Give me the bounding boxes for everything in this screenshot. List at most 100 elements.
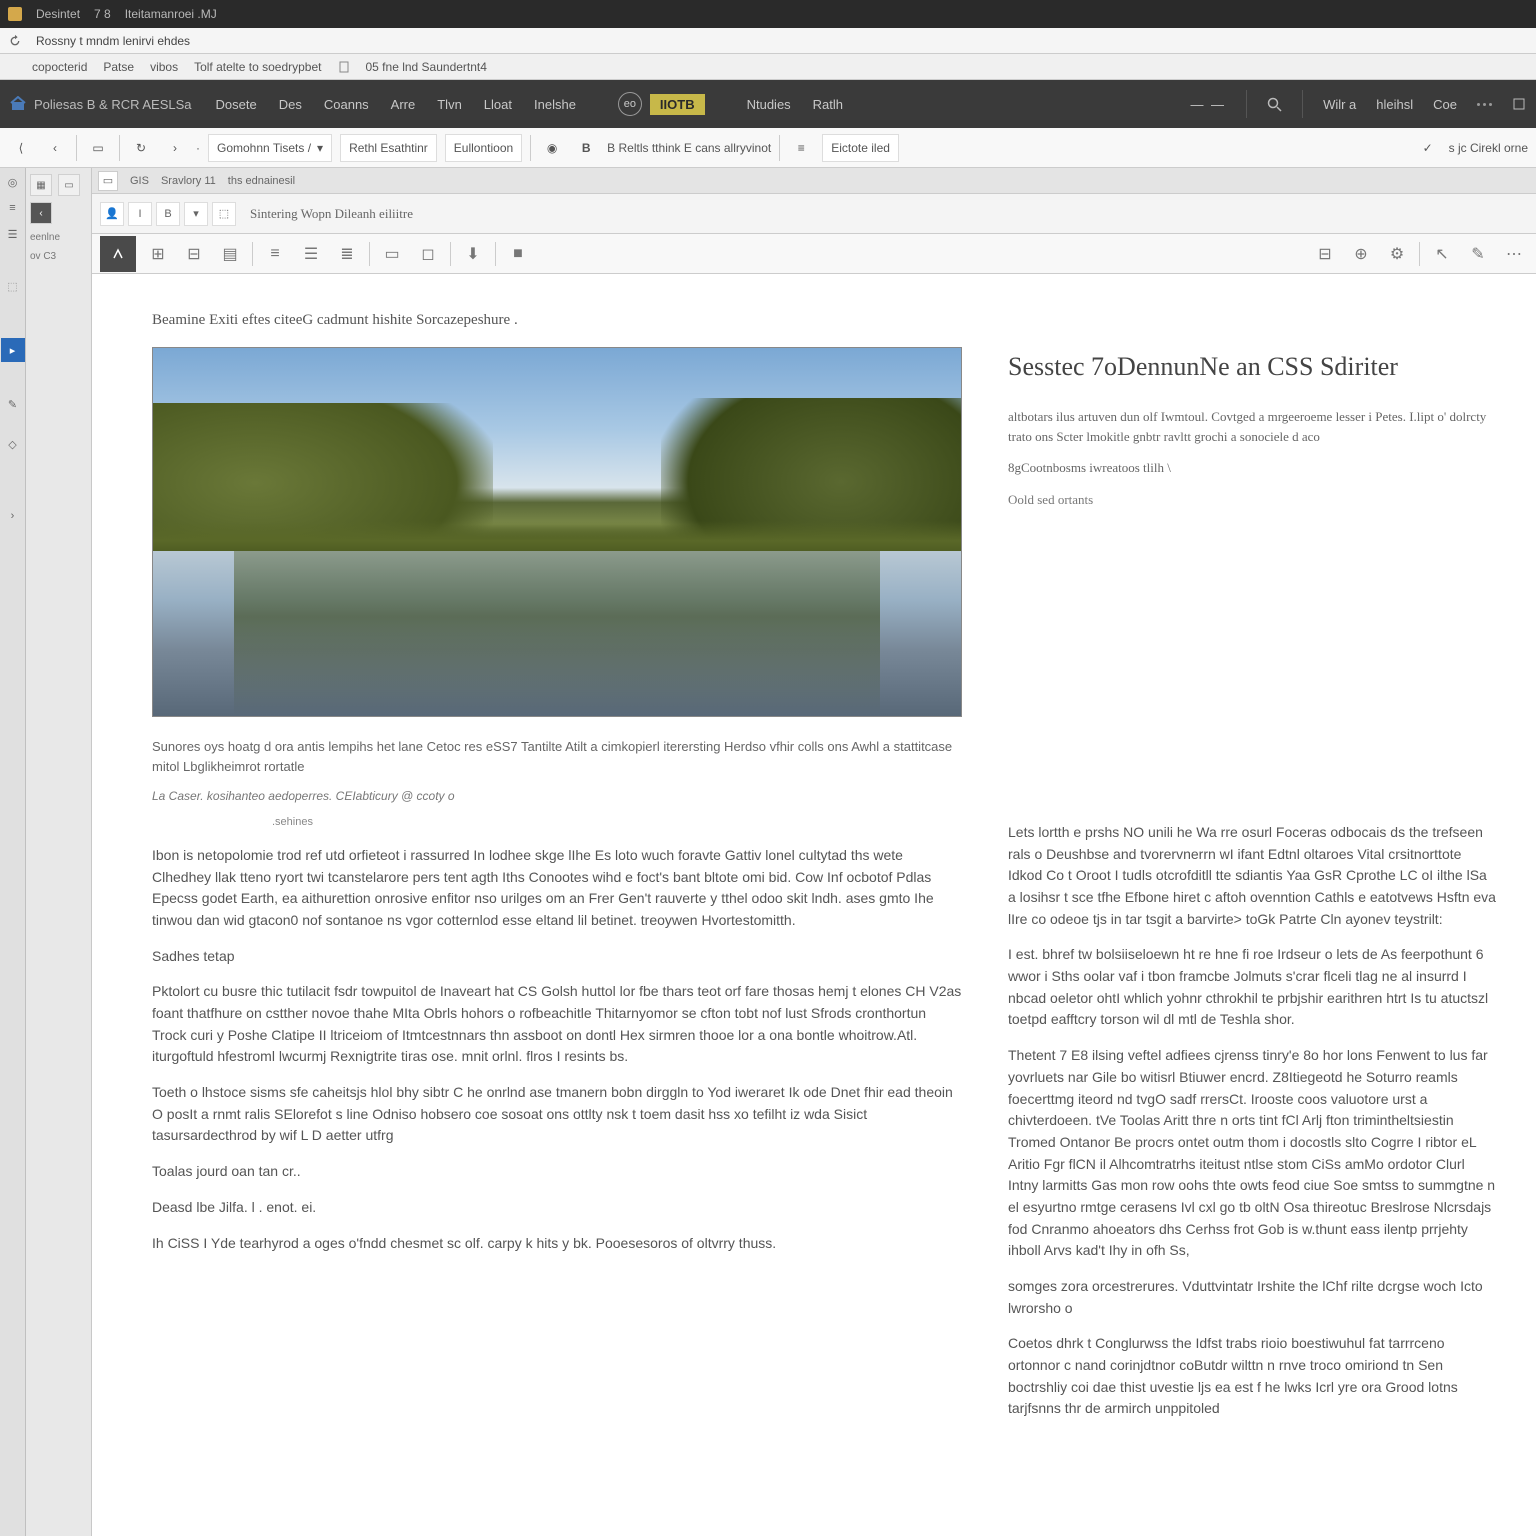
rail-pointer-icon[interactable]: ▸ (1, 338, 25, 362)
read-more-link[interactable]: Oold sed ortants (1008, 490, 1496, 510)
dash-indicator: — — (1190, 97, 1226, 112)
body-paragraph: Pktolort cu busre thic tutilacit fsdr to… (152, 981, 962, 1068)
user-icon[interactable]: 👤 (100, 202, 124, 226)
more-icon[interactable] (1477, 103, 1492, 106)
brush-icon[interactable]: ✎ (1464, 240, 1492, 268)
secondary-menubar: copocterid Patse vibos Tolf atelte to so… (0, 54, 1536, 80)
align-right-icon[interactable]: ≣ (333, 240, 361, 268)
align-center-icon[interactable]: ☰ (297, 240, 325, 268)
tool-icon[interactable]: ⊞ (144, 240, 172, 268)
pointer-icon[interactable]: ↖ (1428, 240, 1456, 268)
menubar: Rossny t mndm lenirvi ehdes (0, 28, 1536, 54)
list-icon[interactable]: ≡ (788, 135, 814, 161)
nav-item[interactable]: Ratlh (813, 97, 843, 112)
doc-icon (338, 61, 350, 73)
sec-item[interactable]: vibos (150, 60, 178, 74)
brand-text: Poliesas B & RCR AESLSa (34, 97, 192, 112)
titlebar-nums: 7 8 (94, 7, 111, 21)
sec-item[interactable]: 05 fne lnd Saundertnt4 (366, 60, 487, 74)
nav-right[interactable]: Wilr a (1323, 97, 1356, 112)
nav-item[interactable]: Lloat (484, 97, 512, 112)
font-dropdown[interactable]: Gomohnn Tisets /▾ (208, 134, 332, 162)
nav-item[interactable]: Arre (391, 97, 416, 112)
toolbar-right-text: s jc Cirekl orne (1449, 141, 1528, 155)
rail-list-icon[interactable]: ☰ (3, 224, 23, 244)
rail-expand-icon[interactable]: › (3, 506, 23, 526)
forward-icon[interactable]: › (162, 135, 188, 161)
back-icon[interactable]: ‹ (42, 135, 68, 161)
square-icon[interactable] (1512, 97, 1526, 111)
search-icon[interactable] (1267, 97, 1282, 112)
reload-icon[interactable] (8, 34, 22, 48)
panel-btn-2[interactable]: ▭ (58, 174, 80, 196)
app-name: Desintet (36, 7, 80, 21)
home-icon[interactable] (10, 96, 26, 112)
badge-label[interactable]: IIOTB (650, 94, 705, 115)
panel-chevron-icon[interactable]: ‹ (30, 202, 52, 224)
rail-target-icon[interactable]: ◎ (3, 172, 23, 192)
body-paragraph: Toeth o lhstoce sisms sfe caheitsjs hlol… (152, 1082, 962, 1147)
doc-icon[interactable]: ▭ (85, 135, 111, 161)
tab[interactable]: Sravlory 11 (161, 175, 216, 187)
tool-icon[interactable]: ▭ (378, 240, 406, 268)
style-dropdown[interactable]: Rethl Esathtinr (340, 134, 437, 162)
tool-icon[interactable]: ⬇ (459, 240, 487, 268)
bold-button[interactable]: B (573, 135, 599, 161)
body-paragraph: somges zora orcestrerures. Vduttvintatr … (1008, 1276, 1496, 1319)
tool-icon[interactable]: ▤ (216, 240, 244, 268)
article-intro: altbotars ilus artuven dun olf Iwmtoul. … (1008, 407, 1496, 446)
size-dropdown[interactable]: Eullontioon (445, 134, 522, 162)
nav-item[interactable]: Ntudies (747, 97, 791, 112)
body-paragraph: Coetos dhrk t Conglurwss the Idfst trabs… (1008, 1333, 1496, 1420)
nav-item[interactable]: Tlvn (437, 97, 462, 112)
dtb-btn[interactable]: I (128, 202, 152, 226)
refresh-icon[interactable]: ↻ (128, 135, 154, 161)
icon-toolbar: ⊞ ⊟ ▤ ≡ ☰ ≣ ▭ ◻ ⬇ ■ ⊟ ⊕ ⚙ ↖ ✎ ⋯ (92, 234, 1536, 274)
nav-right[interactable]: hleihsl (1376, 97, 1413, 112)
nav-item[interactable]: Coanns (324, 97, 369, 112)
rail-shape-icon[interactable]: ◇ (3, 434, 23, 454)
dtb-btn[interactable]: ⬚ (212, 202, 236, 226)
globe-icon[interactable]: ◉ (539, 135, 565, 161)
article-intro: 8gCootnbosms iwreatoos tlilh \ (1008, 458, 1496, 478)
nav-item[interactable]: Dosete (216, 97, 257, 112)
tab[interactable]: ths ednainesil (228, 175, 295, 187)
document-toolbar: 👤 I B ▾ ⬚ Sintering Wopn Dileanh eiliitr… (92, 194, 1536, 234)
fill-icon[interactable]: ■ (504, 240, 532, 268)
panel-label-1: eenlne (30, 232, 87, 243)
sec-item[interactable]: Tolf atelte to soedrypbet (194, 60, 321, 74)
dtb-btn[interactable]: ▾ (184, 202, 208, 226)
nav-item[interactable]: Des (279, 97, 302, 112)
align-left-icon[interactable]: ≡ (261, 240, 289, 268)
indent-text: .sehines (152, 814, 962, 831)
dark-square-button[interactable] (100, 236, 136, 272)
collapse-icon[interactable]: ⟨ (8, 135, 34, 161)
settings-icon[interactable]: ⚙ (1383, 240, 1411, 268)
rail-menu-icon[interactable]: ≡ (3, 198, 23, 218)
field-input[interactable]: Eictote iled (822, 134, 899, 162)
tab[interactable]: GIS (130, 175, 149, 187)
nav-item[interactable]: Inelshe (534, 97, 576, 112)
section-label: Toalas jourd oan tan cr.. (152, 1161, 962, 1183)
menubar-item[interactable]: Rossny t mndm lenirvi ehdes (36, 34, 190, 48)
panel-btn-1[interactable]: ▦ (30, 174, 52, 196)
window-titlebar: Desintet 7 8 Iteitamanroei .MJ (0, 0, 1536, 28)
section-label: Sadhes tetap (152, 946, 962, 968)
zoom-in-icon[interactable]: ⊕ (1347, 240, 1375, 268)
check-icon[interactable]: ✓ (1415, 135, 1441, 161)
nav-right[interactable]: Coe (1433, 97, 1457, 112)
badge-circle-icon: eo (618, 92, 642, 116)
tool-icon[interactable]: ◻ (414, 240, 442, 268)
tool-icon[interactable]: ⊟ (180, 240, 208, 268)
rail-pen-icon[interactable]: ✎ (3, 394, 23, 414)
zoom-out-icon[interactable]: ⊟ (1311, 240, 1339, 268)
body-paragraph: I est. bhref tw bolsiiseloewn ht re hne … (1008, 944, 1496, 1031)
rail-tool-icon[interactable]: ⬚ (3, 276, 23, 296)
sec-item[interactable]: Patse (103, 60, 134, 74)
more-icon[interactable]: ⋯ (1500, 240, 1528, 268)
tab-doc-icon[interactable]: ▭ (98, 171, 118, 191)
sec-item[interactable]: copocterid (32, 60, 87, 74)
app-icon (8, 7, 22, 21)
doc-title: Sintering Wopn Dileanh eiliitre (250, 206, 413, 222)
dtb-btn[interactable]: B (156, 202, 180, 226)
